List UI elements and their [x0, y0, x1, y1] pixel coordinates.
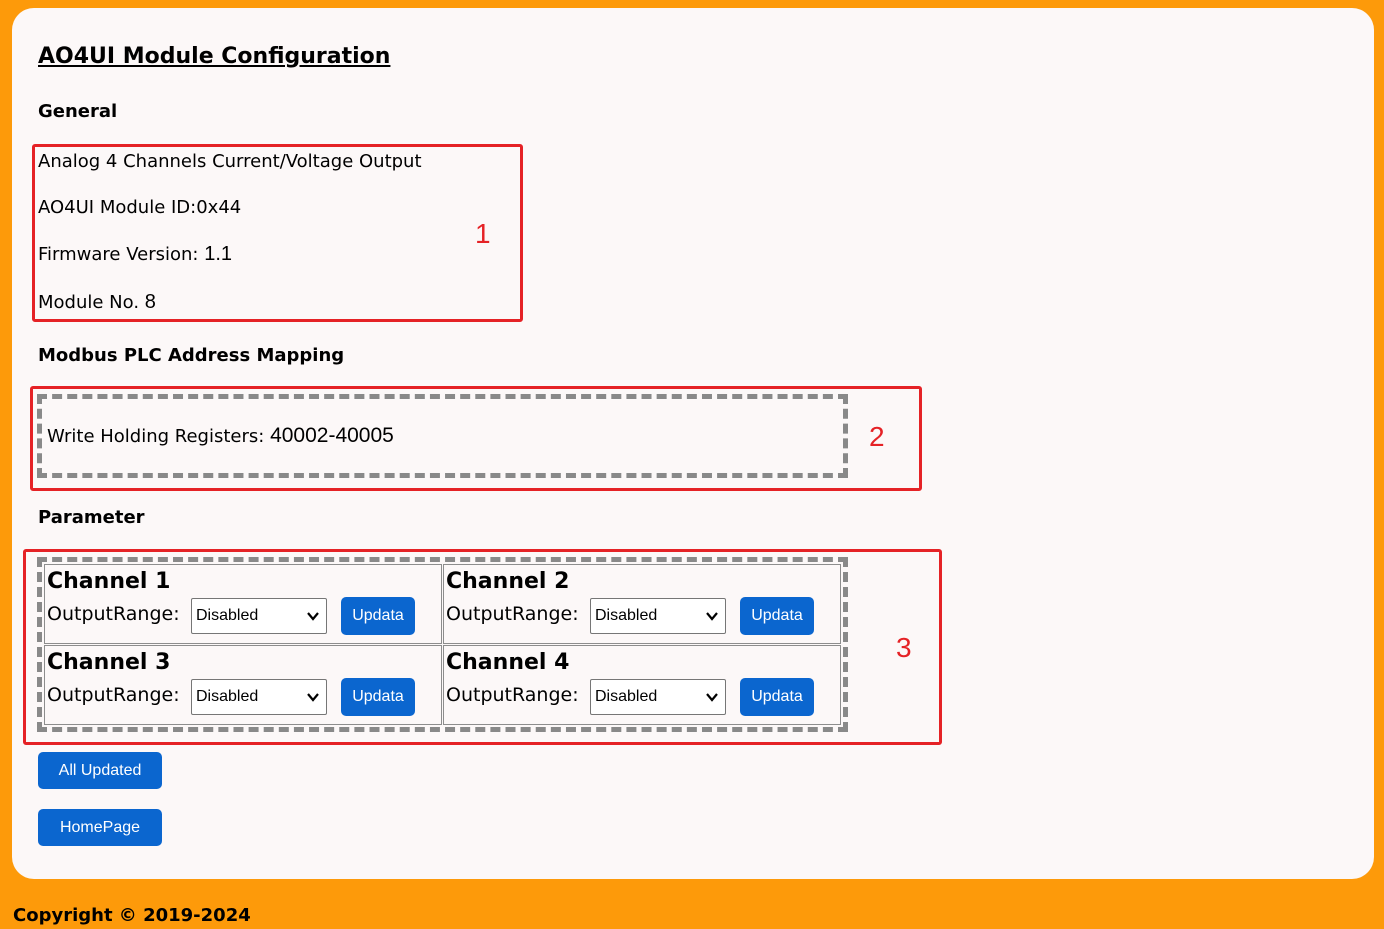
channel-2-range-label: OutputRange: [446, 603, 579, 625]
holding-value: 40002-40005 [270, 424, 394, 447]
channel-2-title: Channel 2 [446, 569, 570, 594]
channel-1-title: Channel 1 [47, 569, 171, 594]
annotation-number-1: 1 [475, 218, 491, 249]
channel-4-range-label: OutputRange: [446, 684, 579, 706]
firmware-version: Firmware Version: 1.1 [38, 243, 232, 266]
channel-4-selected-value: Disabled [595, 688, 658, 705]
channel-4-range-select[interactable]: Disabled [590, 679, 726, 715]
chevron-down-icon [307, 693, 319, 702]
chevron-down-icon [307, 612, 319, 621]
holding-registers: Write Holding Registers: 40002-40005 [47, 424, 394, 448]
channel-3-panel: Channel 3 OutputRange: Disabled Updata [44, 645, 442, 725]
homepage-button[interactable]: HomePage [38, 809, 162, 846]
module-no-value: 8 [144, 291, 156, 313]
channel-1-selected-value: Disabled [196, 607, 259, 624]
firmware-value: 1.1 [204, 243, 233, 265]
channel-2-selected-value: Disabled [595, 607, 658, 624]
parameter-heading: Parameter [38, 507, 145, 528]
channel-2-range-select[interactable]: Disabled [590, 598, 726, 634]
module-id: AO4UI Module ID:0x44 [38, 197, 242, 218]
modbus-heading: Modbus PLC Address Mapping [38, 345, 345, 366]
channel-3-range-label: OutputRange: [47, 684, 180, 706]
chevron-down-icon [706, 612, 718, 621]
firmware-label: Firmware Version: [38, 244, 199, 265]
annotation-number-2: 2 [869, 421, 885, 452]
channel-4-panel: Channel 4 OutputRange: Disabled Updata [443, 645, 841, 725]
channel-3-selected-value: Disabled [196, 688, 259, 705]
module-description: Analog 4 Channels Current/Voltage Output [38, 151, 422, 172]
channel-1-panel: Channel 1 OutputRange: Disabled Updata [44, 564, 442, 644]
all-updated-button[interactable]: All Updated [38, 752, 162, 789]
general-heading: General [38, 101, 118, 122]
channel-3-range-select[interactable]: Disabled [191, 679, 327, 715]
channel-2-update-button[interactable]: Updata [740, 597, 814, 635]
chevron-down-icon [706, 693, 718, 702]
channel-1-update-button[interactable]: Updata [341, 597, 415, 635]
channel-1-range-label: OutputRange: [47, 603, 180, 625]
channel-2-panel: Channel 2 OutputRange: Disabled Updata [443, 564, 841, 644]
module-number: Module No. 8 [38, 291, 156, 314]
channel-1-range-select[interactable]: Disabled [191, 598, 327, 634]
channel-4-title: Channel 4 [446, 650, 570, 675]
holding-label: Write Holding Registers: [47, 426, 265, 447]
channel-3-update-button[interactable]: Updata [341, 678, 415, 716]
page-title: AO4UI Module Configuration [38, 44, 391, 69]
channel-3-title: Channel 3 [47, 650, 171, 675]
footer-copyright: Copyright © 2019-2024 [13, 905, 251, 926]
channel-4-update-button[interactable]: Updata [740, 678, 814, 716]
annotation-number-3: 3 [896, 632, 912, 663]
module-no-label: Module No. [38, 292, 140, 313]
